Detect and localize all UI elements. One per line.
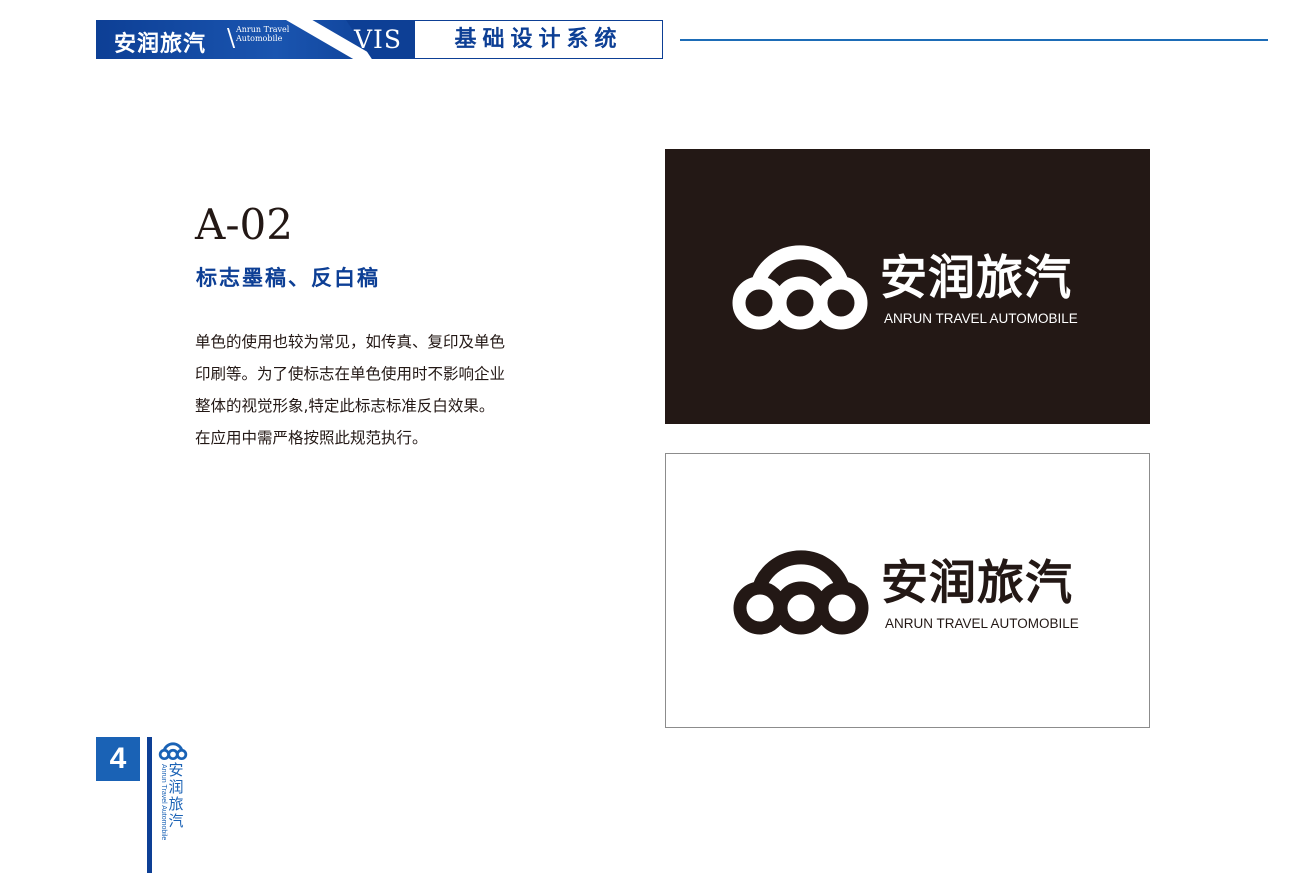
header-vis-label: VIS — [354, 25, 403, 54]
logo-mark-icon — [733, 550, 869, 635]
section-title: 标志墨稿、反白稿 — [196, 265, 380, 290]
header-brand-en: Anrun Travel Automobile — [236, 25, 290, 43]
header-title-box: 基础设计系统 — [414, 20, 663, 59]
section-description: 单色的使用也较为常见，如传真、复印及单色印刷等。为了使标志在单色使用时不影响企业… — [195, 333, 506, 447]
header-brand-cn: 安润旅汽 — [114, 31, 207, 57]
logo-panel-reversed: 安润旅汽 ANRUN TRAVEL AUTOMOBILE — [665, 149, 1150, 424]
logo-name-en: ANRUN TRAVEL AUTOMOBILE — [884, 311, 1078, 326]
section-code: A-02 — [195, 200, 293, 249]
header-title: 基础设计系统 — [454, 26, 623, 52]
header-rule — [680, 39, 1268, 41]
footer-logo-icon — [158, 742, 188, 761]
footer-brand-cn: 安润旅汽 — [168, 761, 184, 830]
header-bar: 安润旅汽 \ Anrun Travel Automobile VIS 基础设计系… — [96, 20, 663, 59]
page-number: 4 — [109, 742, 127, 775]
logo-name-cn: 安润旅汽 — [880, 251, 1072, 306]
logo-name-cn: 安润旅汽 — [881, 556, 1073, 611]
footer-vertical-bar — [147, 737, 152, 873]
logo-panel-ink: 安润旅汽 ANRUN TRAVEL AUTOMOBILE — [665, 453, 1150, 728]
logo-mark-icon — [732, 245, 868, 330]
header-brand-slash: \ — [227, 24, 236, 52]
page-number-box: 4 — [96, 737, 140, 781]
footer-brand-en: Anrun Travel Automobile — [160, 764, 167, 841]
logo-name-en: ANRUN TRAVEL AUTOMOBILE — [885, 616, 1079, 631]
